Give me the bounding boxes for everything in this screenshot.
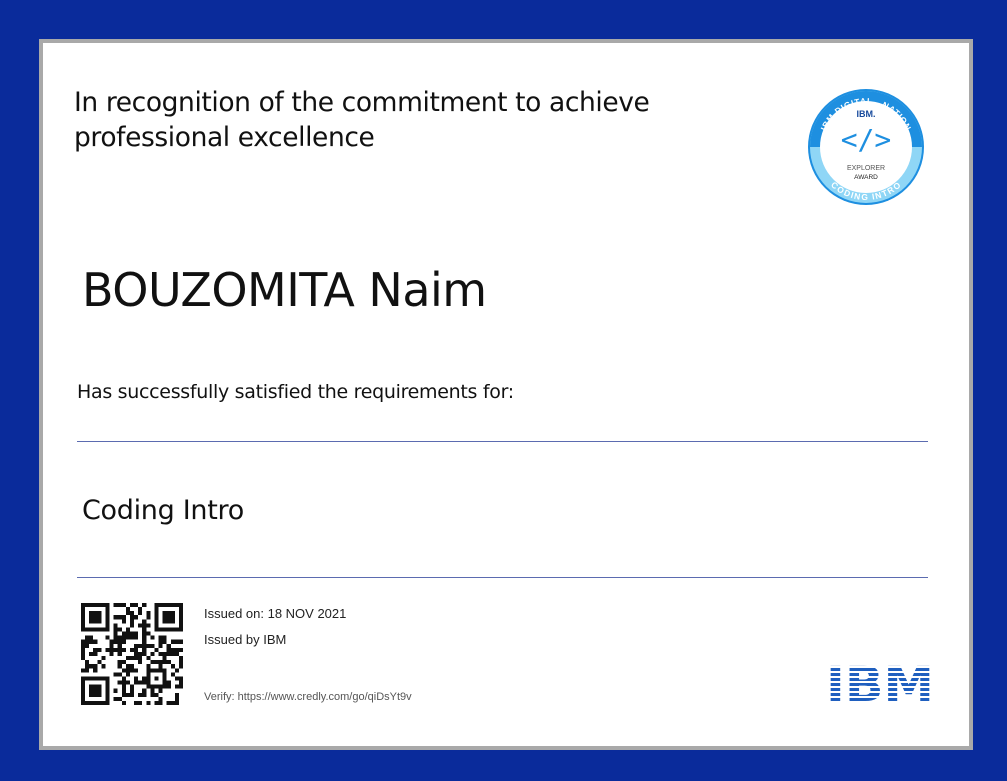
ibm-logo-icon: IBM [826,663,934,707]
recognition-text: In recognition of the commitment to achi… [74,87,650,153]
course-title: Coding Intro [82,495,244,526]
requirements-text: Has successfully satisfied the requireme… [77,381,514,403]
verify-link[interactable]: Verify: https://www.credly.com/go/qiDsYt… [204,691,412,703]
certificate: In recognition of the commitment to achi… [43,43,969,746]
code-symbol: </> [841,123,892,156]
issued-date: Issued on: 18 NOV 2021 [204,606,347,621]
ibm-logo-text: IBM [826,663,934,707]
badge-brand: IBM. [857,109,876,119]
divider-bottom [77,577,928,578]
explorer-award-badge-icon: IBM DIGITAL - NATION CODING INTRO IBM. <… [808,89,924,205]
recipient-name: BOUZOMITA Naim [82,263,487,317]
qr-code-icon[interactable] [81,603,183,705]
divider-top [77,441,928,442]
issued-by: Issued by IBM [204,632,287,647]
badge-line2: AWARD [854,174,878,181]
badge-line1: EXPLORER [847,165,885,172]
